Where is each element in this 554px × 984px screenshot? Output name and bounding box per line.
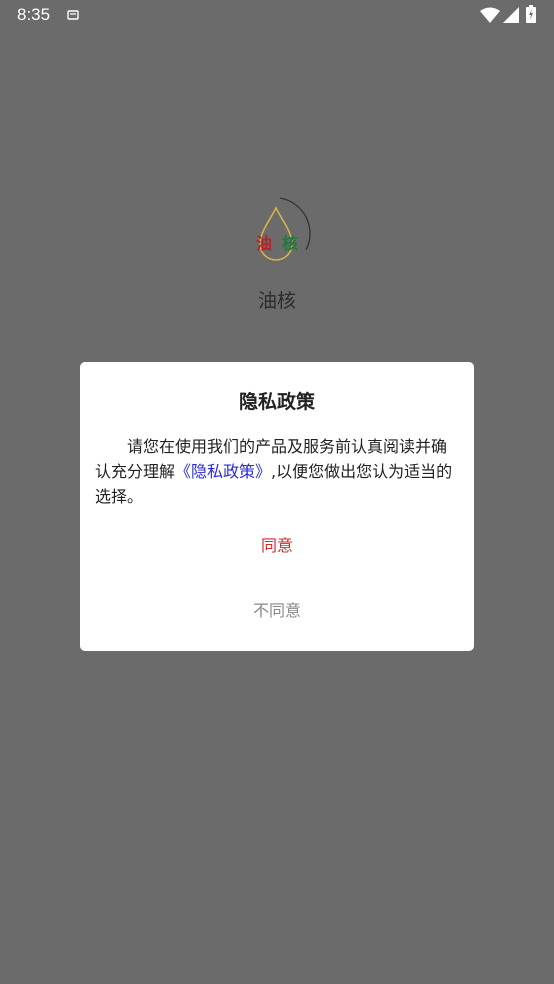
disagree-button[interactable]: 不同意 (80, 597, 474, 621)
battery-icon (526, 5, 536, 27)
status-bar: 8:35 (0, 0, 554, 32)
status-time: 8:35 (17, 5, 51, 24)
agree-button[interactable]: 同意 (80, 532, 474, 556)
dialog-title: 隐私政策 (238, 391, 315, 413)
logo-char-left: 油 (256, 234, 273, 253)
notification-icon (66, 7, 80, 26)
privacy-policy-link[interactable]: 《隐私政策》 (175, 462, 271, 481)
app-name: 油核 (257, 290, 296, 312)
wifi-icon (480, 7, 500, 27)
dialog-body: 请您在使用我们的产品及服务前认真阅读并确认充分理解《隐私政策》,以便您做出您认为… (95, 434, 459, 509)
privacy-dialog: 隐私政策 请您在使用我们的产品及服务前认真阅读并确认充分理解《隐私政策》,以便您… (80, 362, 474, 651)
logo-char-right: 核 (282, 234, 299, 253)
app-logo: 油 核 (236, 194, 320, 264)
signal-icon (503, 7, 519, 27)
